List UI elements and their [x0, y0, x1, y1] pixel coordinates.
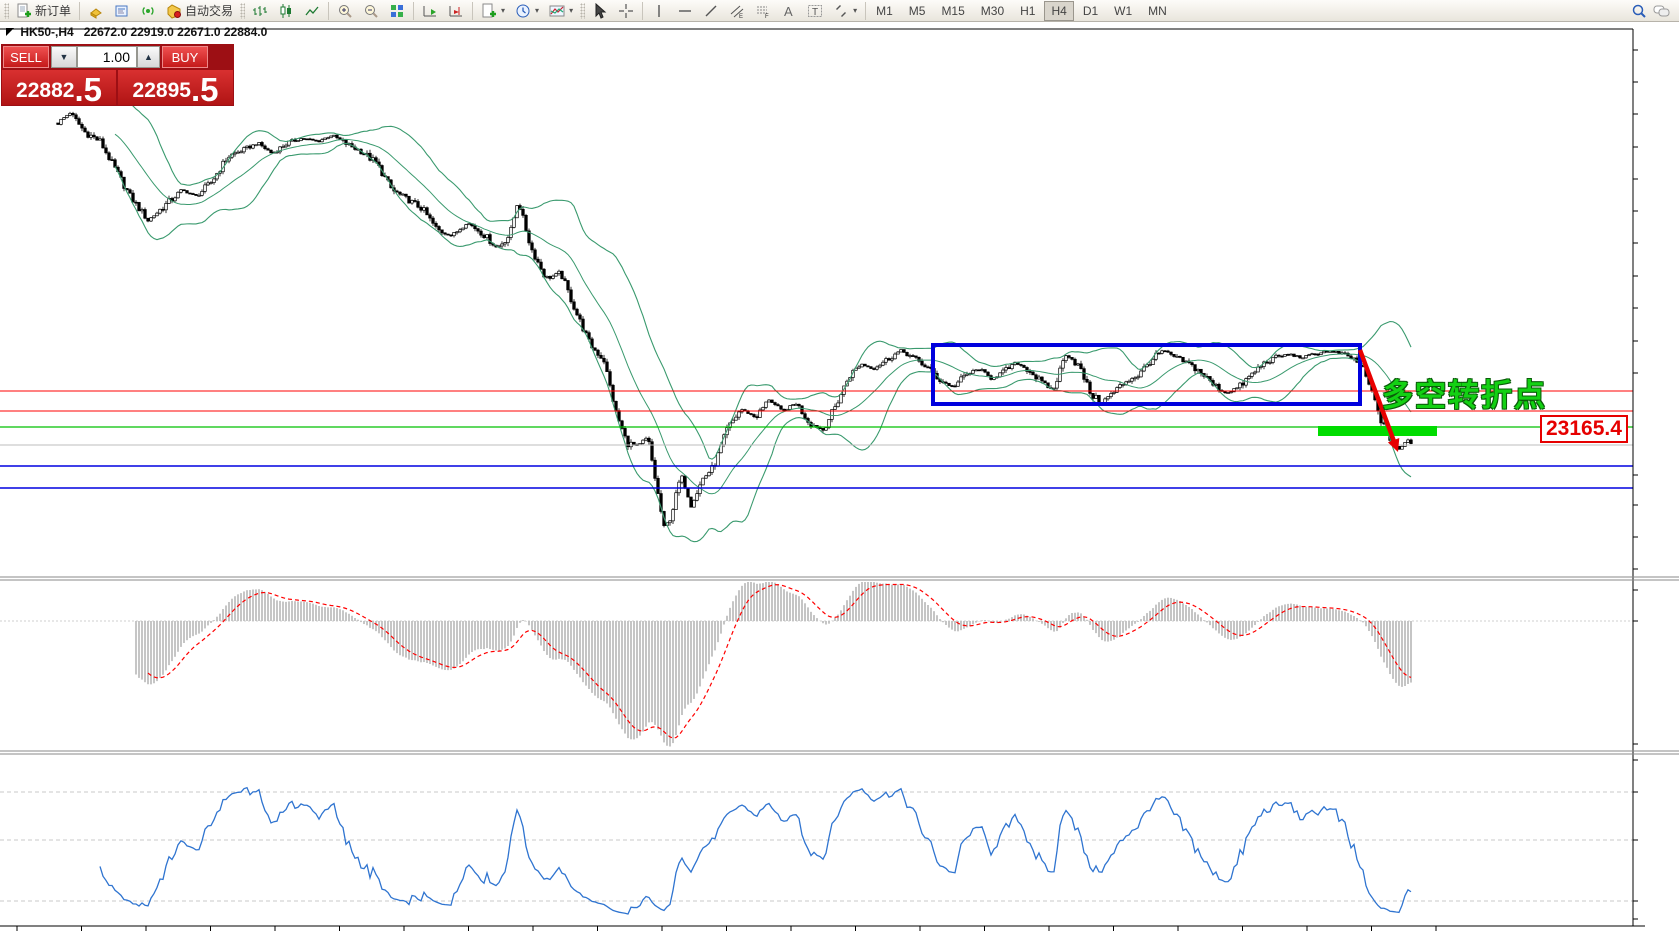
- candle-chart-mode-button[interactable]: [273, 0, 299, 22]
- timeframe-d1[interactable]: D1: [1076, 1, 1105, 21]
- cursor-pointer-icon: [6, 28, 14, 36]
- sell-price-main: 22882: [16, 79, 74, 103]
- dropdown-caret: ▾: [569, 6, 573, 15]
- auto-scroll-icon: [422, 3, 438, 19]
- gold-bar-icon: [88, 3, 104, 19]
- arrows-icon: [833, 3, 849, 19]
- template-button[interactable]: ▾: [544, 0, 578, 22]
- market-depth-button[interactable]: [109, 0, 135, 22]
- arrows-tool[interactable]: ▾: [828, 0, 862, 22]
- svg-text:A: A: [784, 4, 793, 19]
- dropdown-caret: ▾: [853, 6, 857, 15]
- horizontal-line-tool[interactable]: [672, 0, 698, 22]
- signals-button[interactable]: [135, 0, 161, 22]
- period-button[interactable]: ▾: [510, 0, 544, 22]
- symbol-period: HK50-,H4: [20, 25, 73, 39]
- channel-tool[interactable]: E: [724, 0, 750, 22]
- buy-price-display[interactable]: 22895.5: [118, 70, 233, 105]
- chart-canvas[interactable]: [0, 0, 1679, 947]
- auto-scroll-button[interactable]: [417, 0, 443, 22]
- chat-icon[interactable]: [1653, 3, 1671, 19]
- main-toolbar: 新订单 自动交易: [0, 0, 1679, 22]
- timeframe-h1[interactable]: H1: [1013, 1, 1042, 21]
- dropdown-caret: ▾: [535, 6, 539, 15]
- new-order-button[interactable]: 新订单: [11, 0, 76, 22]
- zoom-in-icon: [337, 3, 353, 19]
- new-chart-button[interactable]: ▾: [476, 0, 510, 22]
- toolbar-grip[interactable]: [4, 3, 9, 19]
- line-chart-icon: [304, 3, 320, 19]
- new-chart-icon: [481, 3, 497, 19]
- trendline-icon: [703, 3, 719, 19]
- sell-price-frac: .5: [74, 77, 102, 103]
- text-tool[interactable]: A: [776, 0, 802, 22]
- sell-button[interactable]: SELL: [3, 46, 49, 68]
- chart-shift-icon: [448, 3, 464, 19]
- volume-decrease-button[interactable]: ▼: [51, 46, 77, 68]
- svg-text:T: T: [812, 7, 818, 18]
- chart-title: HK50-,H4 22672.0 22919.0 22671.0 22884.0: [6, 25, 267, 39]
- search-icon[interactable]: [1631, 3, 1647, 19]
- timeframe-mn[interactable]: MN: [1141, 1, 1174, 21]
- zoom-in-button[interactable]: [332, 0, 358, 22]
- timeframe-w1[interactable]: W1: [1107, 1, 1139, 21]
- volume-increase-button[interactable]: ▲: [137, 46, 160, 68]
- timeframe-m15[interactable]: M15: [934, 1, 971, 21]
- application-window: 新订单 自动交易: [0, 0, 1679, 947]
- timeframe-m5[interactable]: M5: [902, 1, 933, 21]
- market-depth-icon: [114, 3, 130, 19]
- sell-price-display[interactable]: 22882.5: [2, 70, 116, 105]
- dropdown-caret: ▾: [501, 6, 505, 15]
- auto-trading-label: 自动交易: [185, 2, 233, 19]
- fibonacci-tool[interactable]: F: [750, 0, 776, 22]
- timeframe-bar: M1M5M15M30H1H4D1W1MN: [869, 1, 1174, 21]
- vertical-line-tool[interactable]: [646, 0, 672, 22]
- auto-trading-button[interactable]: 自动交易: [161, 0, 238, 22]
- text-label-tool[interactable]: T: [802, 0, 828, 22]
- zoom-out-button[interactable]: [358, 0, 384, 22]
- zoom-out-icon: [363, 3, 379, 19]
- volume-input[interactable]: 1.00: [77, 46, 137, 68]
- trendline-tool[interactable]: [698, 0, 724, 22]
- text-label-icon: T: [807, 3, 823, 19]
- tile-windows-button[interactable]: [384, 0, 410, 22]
- timeframe-h4[interactable]: H4: [1044, 1, 1073, 21]
- bar-chart-icon: [252, 3, 268, 19]
- line-chart-mode-button[interactable]: [299, 0, 325, 22]
- svg-text:F: F: [765, 14, 769, 19]
- text-icon: A: [781, 3, 797, 19]
- clock-icon: [515, 3, 531, 19]
- cursor-icon: [592, 3, 608, 19]
- svg-text:E: E: [739, 14, 743, 19]
- crosshair-icon: [618, 3, 634, 19]
- fibonacci-icon: F: [755, 3, 771, 19]
- new-order-label: 新订单: [35, 2, 71, 19]
- crosshair-tool-button[interactable]: [613, 0, 639, 22]
- buy-button[interactable]: BUY: [162, 46, 208, 68]
- one-click-trade-panel: SELL ▼ 1.00 ▲ BUY 22882.5 22895.5: [1, 44, 234, 106]
- buy-price-main: 22895: [133, 79, 191, 103]
- candlestick-icon: [278, 3, 294, 19]
- vertical-line-icon: [651, 3, 667, 19]
- price-callout-box[interactable]: 23165.4: [1540, 415, 1628, 443]
- tile-windows-icon: [389, 3, 405, 19]
- horizontal-line-icon: [677, 3, 693, 19]
- signal-icon: [140, 3, 156, 19]
- new-order-icon: [16, 3, 32, 19]
- timeframe-m1[interactable]: M1: [869, 1, 900, 21]
- auto-trading-icon: [166, 3, 182, 19]
- cursor-tool-button[interactable]: [587, 0, 613, 22]
- template-icon: [549, 3, 565, 19]
- buy-price-frac: .5: [191, 77, 219, 103]
- channel-icon: E: [729, 3, 745, 19]
- chart-shift-button[interactable]: [443, 0, 469, 22]
- bar-chart-mode-button[interactable]: [247, 0, 273, 22]
- history-center-button[interactable]: [83, 0, 109, 22]
- annotation-text[interactable]: 多空转折点: [1382, 370, 1547, 415]
- timeframe-m30[interactable]: M30: [974, 1, 1011, 21]
- ohlc-readout: 22672.0 22919.0 22671.0 22884.0: [84, 25, 268, 39]
